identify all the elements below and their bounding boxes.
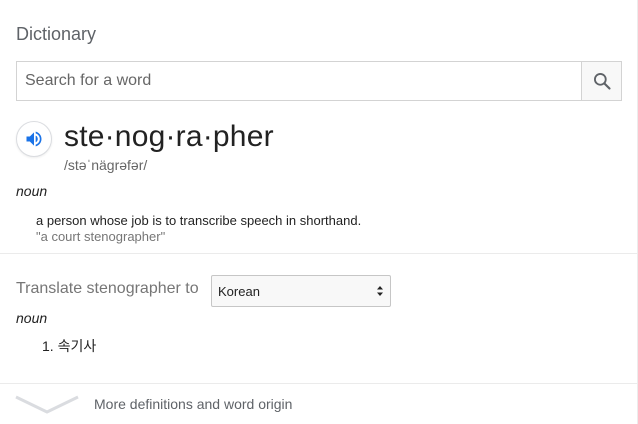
language-select-value: Korean	[218, 283, 260, 299]
dictionary-title: Dictionary	[16, 24, 97, 44]
headword: ste·nog·ra·pher	[64, 120, 274, 153]
search-button[interactable]	[581, 62, 621, 100]
more-definitions-link[interactable]: More definitions and word origin	[94, 396, 292, 412]
search-input[interactable]	[17, 62, 581, 100]
select-arrows-icon	[377, 286, 383, 296]
search-icon	[593, 73, 611, 90]
definition-text: a person whose job is to transcribe spee…	[36, 213, 362, 228]
example-sentence: "a court stenographer"	[36, 229, 166, 244]
language-select[interactable]: Korean	[211, 275, 391, 307]
divider	[0, 383, 638, 384]
translation-item: 1. 속기사	[42, 338, 97, 354]
chevron-down-icon[interactable]	[14, 393, 80, 415]
part-of-speech: noun	[16, 183, 48, 199]
phonetic-spelling: /stəˈnägrəfər/	[64, 157, 148, 173]
speaker-icon	[26, 131, 42, 147]
search-box	[16, 61, 622, 101]
dictionary-card: Dictionary ste·nog·ra·pher /stəˈnägrəfər…	[0, 0, 638, 424]
pronunciation-button[interactable]	[16, 121, 52, 157]
translate-label: Translate stenographer to	[16, 280, 199, 297]
translation-part-of-speech: noun	[16, 310, 48, 326]
divider	[0, 253, 638, 254]
